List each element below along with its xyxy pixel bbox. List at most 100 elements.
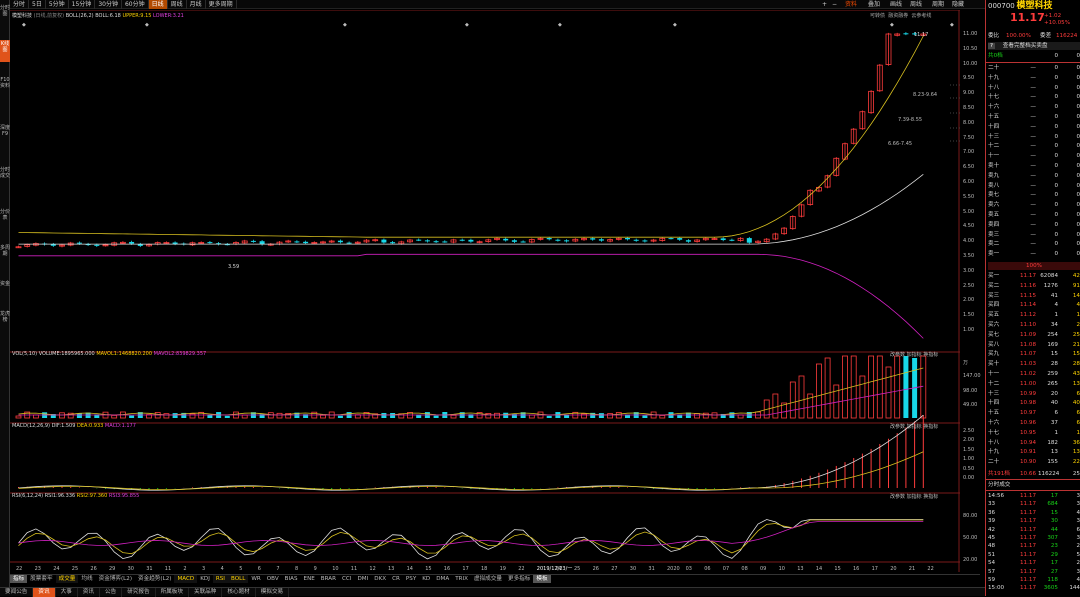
date-label: 14 xyxy=(816,566,822,572)
date-label: 22 xyxy=(927,566,933,572)
side-tab-3[interactable]: 深度F9 xyxy=(0,124,10,152)
macd-sub-buttons[interactable]: 改参数 加指标 换指标 xyxy=(890,423,938,430)
buy-row: 十七 10.95 1 1 xyxy=(988,429,1080,437)
volume-bar xyxy=(659,415,666,419)
indicator-tab-3[interactable]: 均线 xyxy=(78,575,95,583)
level-price: — xyxy=(1030,114,1036,120)
level-price: 10.97 xyxy=(1019,410,1036,417)
volume-bar xyxy=(607,413,613,419)
side-tab-5[interactable]: 分价表 xyxy=(0,208,10,230)
macd-dea-line xyxy=(18,451,924,491)
period-tab-9[interactable]: 更多周期 xyxy=(206,0,237,9)
side-tab-7[interactable]: 资金 xyxy=(0,280,10,296)
toolbar-item-3[interactable]: 周线 xyxy=(910,0,922,9)
indicator-tab-14[interactable]: BRAR xyxy=(318,575,339,583)
candle-body xyxy=(625,238,630,240)
level-label: 买一 xyxy=(988,273,1000,279)
level-count: 0 xyxy=(1076,231,1080,238)
level-price: 10.98 xyxy=(1019,400,1036,407)
sell-total: 共0档 0 0 xyxy=(988,53,1080,59)
indicator-tab-17[interactable]: DKX xyxy=(371,575,389,583)
level-price: 11.16 xyxy=(1019,282,1036,289)
zoom-out-button[interactable]: − xyxy=(832,0,837,9)
indicator-tab-9[interactable]: BOLL xyxy=(227,575,249,583)
level-label: 十九 xyxy=(988,449,1000,456)
indicator-tab-11[interactable]: OBV xyxy=(264,575,282,583)
kline-chart[interactable]: 11.17 3.59 8.23-9.64 7.39-8.55 6.66-7.45 ◆ ◆ ◆ ◆… xyxy=(10,10,960,572)
side-tab-4[interactable]: 分时成交 xyxy=(0,166,10,194)
indicator-tab-13[interactable]: ENE xyxy=(301,575,318,583)
period-tab-5[interactable]: 60分钟 xyxy=(122,0,149,9)
toolbar-item-5[interactable]: 隐藏 xyxy=(952,0,964,9)
buy-row: 十八 10.94 182 36 xyxy=(988,439,1080,447)
level-label: 十三 xyxy=(988,133,1000,140)
side-tab-2[interactable]: F10资料 xyxy=(0,76,10,110)
side-tab-1[interactable]: K线图 xyxy=(0,40,10,62)
side-tab-0[interactable]: 分时图 xyxy=(0,4,10,26)
level-count: 0 xyxy=(1076,104,1080,111)
toolbar-item-1[interactable]: 叠加 xyxy=(868,0,880,9)
toolbar-item-2[interactable]: 画线 xyxy=(890,0,902,9)
date-label: 9 xyxy=(314,566,317,572)
level-volume: 0 xyxy=(1054,143,1058,150)
indicator-tab-0[interactable]: 指标 xyxy=(10,575,28,583)
level-count: 0 xyxy=(1076,133,1080,140)
side-tab-6[interactable]: 多周期 xyxy=(0,244,10,266)
top-links[interactable]: 可转债 融资融券 云参考线 xyxy=(870,12,931,19)
indicator-tab-25[interactable]: 模板 xyxy=(533,575,551,583)
level-count: 0 xyxy=(1076,251,1080,258)
level-count: 0 xyxy=(1076,182,1080,189)
period-tab-3[interactable]: 15分钟 xyxy=(69,0,96,9)
indicator-tab-7[interactable]: KDJ xyxy=(197,575,213,583)
rsi-sub-buttons[interactable]: 改参数 加指标 换指标 xyxy=(890,493,938,500)
indicator-tab-19[interactable]: PSY xyxy=(403,575,419,583)
convertible-link[interactable]: 可转债 xyxy=(870,13,885,19)
trade-time: 36 xyxy=(988,509,996,516)
toolbar-item-0[interactable]: 资料 xyxy=(845,0,857,9)
period-tab-7[interactable]: 周线 xyxy=(168,0,187,9)
side-tab-8[interactable]: 龙虎榜 xyxy=(0,310,10,332)
indicator-tab-18[interactable]: CR xyxy=(389,575,403,583)
indicator-tab-23[interactable]: 虚拟成交量 xyxy=(471,575,505,583)
toolbar-item-4[interactable]: 周期 xyxy=(932,0,944,9)
indicator-tab-2[interactable]: 成交量 xyxy=(55,575,79,583)
indicator-tab-21[interactable]: DMA xyxy=(433,575,452,583)
indicator-tab-20[interactable]: KD xyxy=(419,575,433,583)
period-tab-4[interactable]: 30分钟 xyxy=(95,0,122,9)
volume-axis-label: 98.00 xyxy=(963,387,978,394)
cloud-ref-link[interactable]: 云参考线 xyxy=(911,13,931,19)
indicator-tab-15[interactable]: CCI xyxy=(339,575,354,583)
date-label: 09 xyxy=(760,566,766,572)
candle-body xyxy=(546,238,552,240)
indicator-tab-12[interactable]: BIAS xyxy=(282,575,301,583)
indicator-tab-5[interactable]: 资金趋势(L2) xyxy=(135,575,174,583)
indicator-tab-1[interactable]: 股票套牢 xyxy=(27,575,55,583)
indicator-tab-4[interactable]: 资金博弈(L2) xyxy=(96,575,135,583)
indicator-tab-24[interactable]: 更多指标 xyxy=(505,575,533,583)
indicator-tab-6[interactable]: MACD xyxy=(174,575,198,583)
trade-volume: 17 xyxy=(1050,560,1058,567)
level-price: — xyxy=(1030,104,1036,111)
rsi3-line xyxy=(18,521,924,546)
date-label: 10 xyxy=(332,566,338,572)
zoom-in-button[interactable]: + xyxy=(822,0,827,9)
level-volume: 40 xyxy=(1050,400,1058,407)
period-tab-1[interactable]: 5日 xyxy=(29,0,46,9)
period-tab-2[interactable]: 5分钟 xyxy=(46,0,69,9)
period-tab-6[interactable]: 日线 xyxy=(148,0,168,9)
trades-title[interactable]: 分时成交 xyxy=(988,481,1080,489)
period-tab-8[interactable]: 月线 xyxy=(187,0,206,9)
indicator-tab-10[interactable]: WR xyxy=(248,575,263,583)
level-volume: 0 xyxy=(1054,251,1058,258)
indicator-tab-8[interactable]: RSI xyxy=(212,575,228,583)
trade-volume: 27 xyxy=(1050,568,1058,575)
indicator-tab-22[interactable]: TRIX xyxy=(452,575,471,583)
vol-ma10-line xyxy=(18,385,924,416)
vol-sub-buttons[interactable]: 改参数 加指标 换指标 xyxy=(890,351,938,358)
period-tab-0[interactable]: 分时 xyxy=(10,0,30,9)
level-volume: 0 xyxy=(1054,104,1058,111)
indicator-tab-16[interactable]: DMI xyxy=(354,575,371,583)
level-count: 2 xyxy=(1076,322,1080,328)
full-book-link[interactable]: ? 查看完整档买卖盘 xyxy=(988,42,1080,50)
margin-link[interactable]: 融资融券 xyxy=(888,13,908,19)
